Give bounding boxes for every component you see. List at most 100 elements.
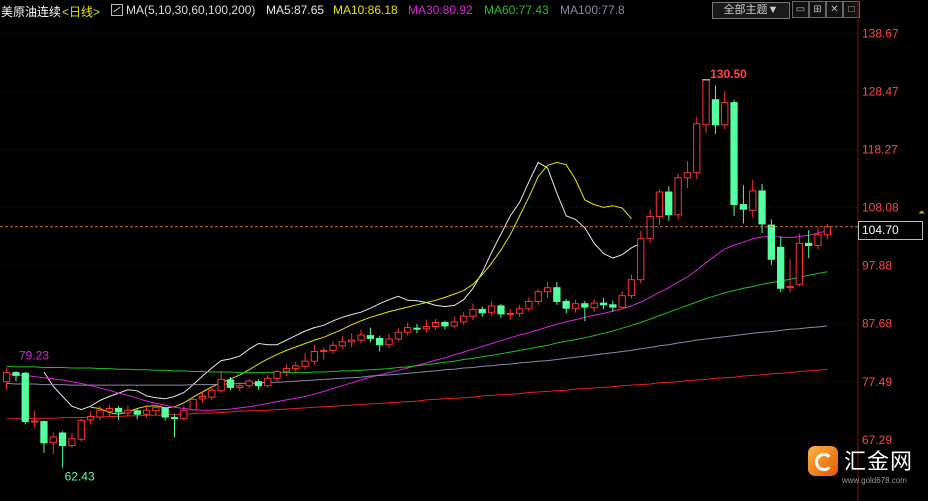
candle-body [571, 303, 580, 309]
candle-body [273, 371, 281, 379]
price-tick-label: 128.47 [862, 84, 899, 98]
price-tick-label: 138.67 [862, 26, 899, 40]
candle-body [543, 287, 552, 293]
candle-body [366, 335, 375, 339]
candle-body [320, 349, 328, 352]
ma-line-ma100 [6, 325, 828, 386]
candle-body [77, 419, 85, 440]
candle-body [460, 315, 468, 323]
current-price-box: 104.70 [858, 221, 923, 240]
low-annotation: 62.43 [65, 470, 95, 484]
logo-name: 汇金网 [844, 449, 914, 474]
candlestick-chart[interactable]: 138.67 128.47 118.27 108.08 97.88 87.68 77.49 6… [0, 0, 928, 501]
candle-body [152, 406, 160, 412]
candle-body [618, 295, 626, 308]
candle-body [814, 234, 822, 246]
candle-body [338, 341, 347, 347]
candle-body [114, 408, 123, 413]
candle-body [795, 242, 804, 285]
candle-body [767, 224, 776, 260]
logo-badge-icon [808, 446, 838, 476]
candle-body [646, 216, 654, 240]
candle-body [348, 339, 356, 343]
candle-body [777, 246, 785, 289]
candle-body [562, 300, 570, 309]
candle-body [609, 304, 617, 308]
candle-body [245, 380, 253, 387]
candle-body [432, 322, 440, 327]
price-tick-label: 97.88 [862, 259, 892, 273]
candle-body [665, 191, 673, 216]
candle-body [749, 190, 757, 211]
grid-lines [0, 32, 858, 441]
candle-body [805, 242, 813, 247]
high-annotation: 130.50 [710, 67, 747, 81]
candle-body [236, 385, 244, 388]
candle-body [180, 409, 188, 420]
candle-body [637, 238, 645, 281]
candle-body [627, 279, 636, 297]
candle-body [96, 409, 104, 418]
scroll-up-icon[interactable]: ⏶ [918, 207, 926, 217]
candle-body [581, 303, 589, 308]
candle-body [655, 191, 664, 217]
price-tick-label: 118.27 [862, 142, 898, 156]
price-tick-label: 77.49 [862, 375, 892, 389]
candle-body [86, 416, 95, 421]
candles[interactable] [3, 79, 832, 468]
candle-body [254, 381, 263, 387]
candle-body [450, 321, 458, 327]
candle-body [105, 408, 113, 412]
logo-url: www.gold678.com [842, 476, 907, 485]
candle-body [515, 308, 524, 314]
ma-line-ma5 [43, 161, 642, 411]
candle-body [590, 302, 598, 309]
candle-body [142, 409, 151, 415]
candle-body [599, 302, 608, 306]
candle-body [301, 360, 309, 367]
ma-line-ma30 [6, 230, 828, 411]
candle-body [68, 438, 76, 447]
candle-body [534, 291, 542, 302]
candle-body [553, 287, 561, 302]
candle-body [525, 300, 533, 310]
candle-body [478, 308, 486, 314]
moving-averages [6, 161, 828, 420]
candle-body [40, 421, 48, 444]
ma-line-ma60 [6, 271, 828, 374]
candle-body [413, 327, 421, 330]
candle-body [506, 312, 514, 315]
candle-body [292, 365, 300, 370]
candle-body [394, 331, 403, 340]
candle-body [786, 286, 794, 289]
candle-body [310, 351, 319, 362]
candle-body [823, 226, 832, 236]
candle-body [208, 389, 216, 398]
candle-body [49, 436, 57, 444]
gold678-logo: 汇金网 www.gold678.com [806, 444, 924, 496]
candle-body [758, 190, 766, 225]
candle-body [404, 327, 412, 333]
candle-body [217, 378, 225, 392]
candle-body [124, 409, 132, 414]
candle-body [329, 344, 337, 351]
candle-body [441, 322, 449, 327]
candle-body [12, 372, 20, 376]
candle-body [376, 337, 384, 346]
candle-body [282, 368, 291, 372]
candle-body [711, 99, 720, 126]
candle-body [198, 396, 207, 400]
candle-body [161, 407, 169, 418]
candle-body [58, 432, 67, 446]
candle-body [21, 372, 29, 423]
price-tick-label: 108.08 [862, 201, 899, 215]
candle-body [385, 338, 393, 346]
candle-body [31, 420, 39, 423]
candle-body [683, 172, 692, 179]
candle-body [422, 326, 431, 330]
candle-body [739, 204, 748, 210]
candle-body [133, 410, 141, 415]
candle-body [189, 398, 197, 411]
candle-body [3, 372, 11, 383]
candle-body [730, 102, 738, 206]
